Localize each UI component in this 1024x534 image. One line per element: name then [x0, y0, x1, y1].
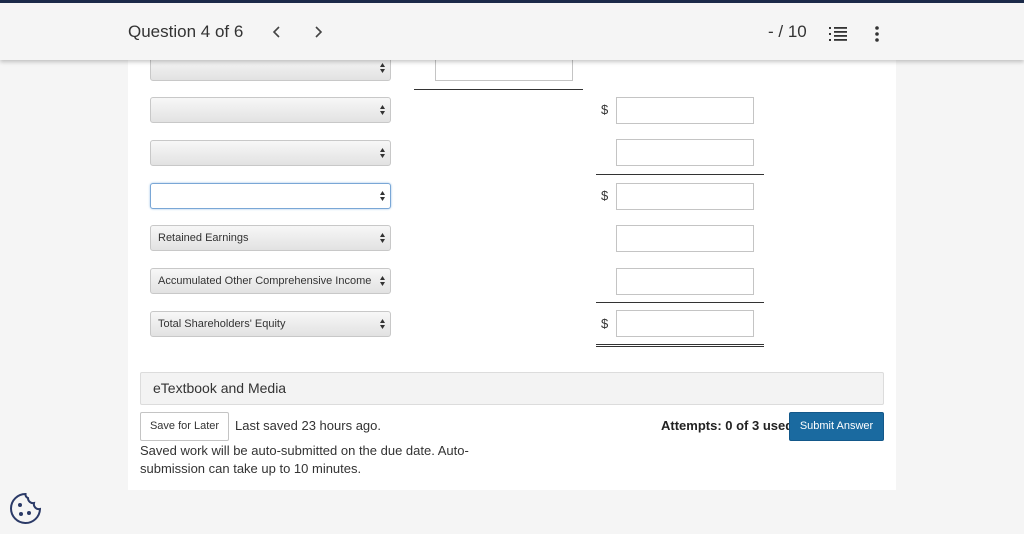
- account-select-aoci[interactable]: Accumulated Other Comprehensive Income: [150, 268, 391, 294]
- total-double-rule-bottom: [596, 346, 764, 347]
- account-select-value: Retained Earnings: [158, 232, 249, 244]
- dollar-sign: $: [601, 188, 609, 203]
- select-arrows-icon: [380, 148, 385, 158]
- amount-input-4[interactable]: [616, 183, 754, 210]
- account-select-value: Total Shareholders' Equity: [158, 318, 286, 330]
- amount-input-aoci[interactable]: [616, 268, 754, 295]
- select-arrows-icon: [380, 105, 385, 115]
- dollar-sign: $: [601, 316, 609, 331]
- etextbook-media-panel[interactable]: eTextbook and Media: [140, 372, 884, 405]
- select-arrows-icon: [380, 319, 385, 329]
- amount-input-3[interactable]: [616, 139, 754, 166]
- subtotal-rule: [596, 302, 764, 303]
- question-counter: Question 4 of 6: [128, 22, 244, 41]
- previous-question-button[interactable]: [267, 21, 287, 43]
- next-question-button[interactable]: [308, 21, 328, 43]
- chevron-right-icon: [315, 26, 323, 38]
- score-display: - / 10: [768, 22, 807, 41]
- subtotal-rule: [596, 174, 764, 175]
- submit-answer-button[interactable]: Submit Answer: [789, 412, 884, 441]
- amount-input-retained-earnings[interactable]: [616, 225, 754, 252]
- select-arrows-icon: [380, 233, 385, 243]
- subtotal-rule: [414, 89, 583, 90]
- attempts-counter: Attempts: 0 of 3 used: [661, 418, 794, 433]
- numbered-list-icon[interactable]: [829, 26, 847, 42]
- select-arrows-icon: [380, 276, 385, 286]
- select-arrows-icon: [380, 191, 385, 201]
- account-select-value: Accumulated Other Comprehensive Income: [158, 275, 372, 287]
- etextbook-media-label: eTextbook and Media: [153, 380, 287, 396]
- select-arrows-icon: [380, 63, 385, 73]
- account-select-3[interactable]: [150, 140, 391, 166]
- amount-input-2[interactable]: [616, 97, 754, 124]
- account-select-total-equity[interactable]: Total Shareholders' Equity: [150, 311, 391, 337]
- amount-input-total-equity[interactable]: [616, 310, 754, 337]
- last-saved-text: Last saved 23 hours ago.: [235, 418, 381, 433]
- account-select-retained-earnings[interactable]: Retained Earnings: [150, 225, 391, 251]
- vertical-ellipsis-icon[interactable]: [867, 24, 887, 44]
- dollar-sign: $: [601, 102, 609, 117]
- chevron-left-icon: [272, 26, 280, 38]
- save-for-later-button[interactable]: Save for Later: [140, 412, 229, 441]
- total-double-rule-top: [596, 344, 764, 345]
- account-select-2[interactable]: [150, 97, 391, 123]
- question-header: Question 4 of 6 - / 10: [0, 0, 1024, 60]
- cookie-icon[interactable]: [9, 492, 42, 525]
- account-select-4[interactable]: [150, 183, 391, 209]
- autosubmit-note: Saved work will be auto-submitted on the…: [140, 443, 469, 476]
